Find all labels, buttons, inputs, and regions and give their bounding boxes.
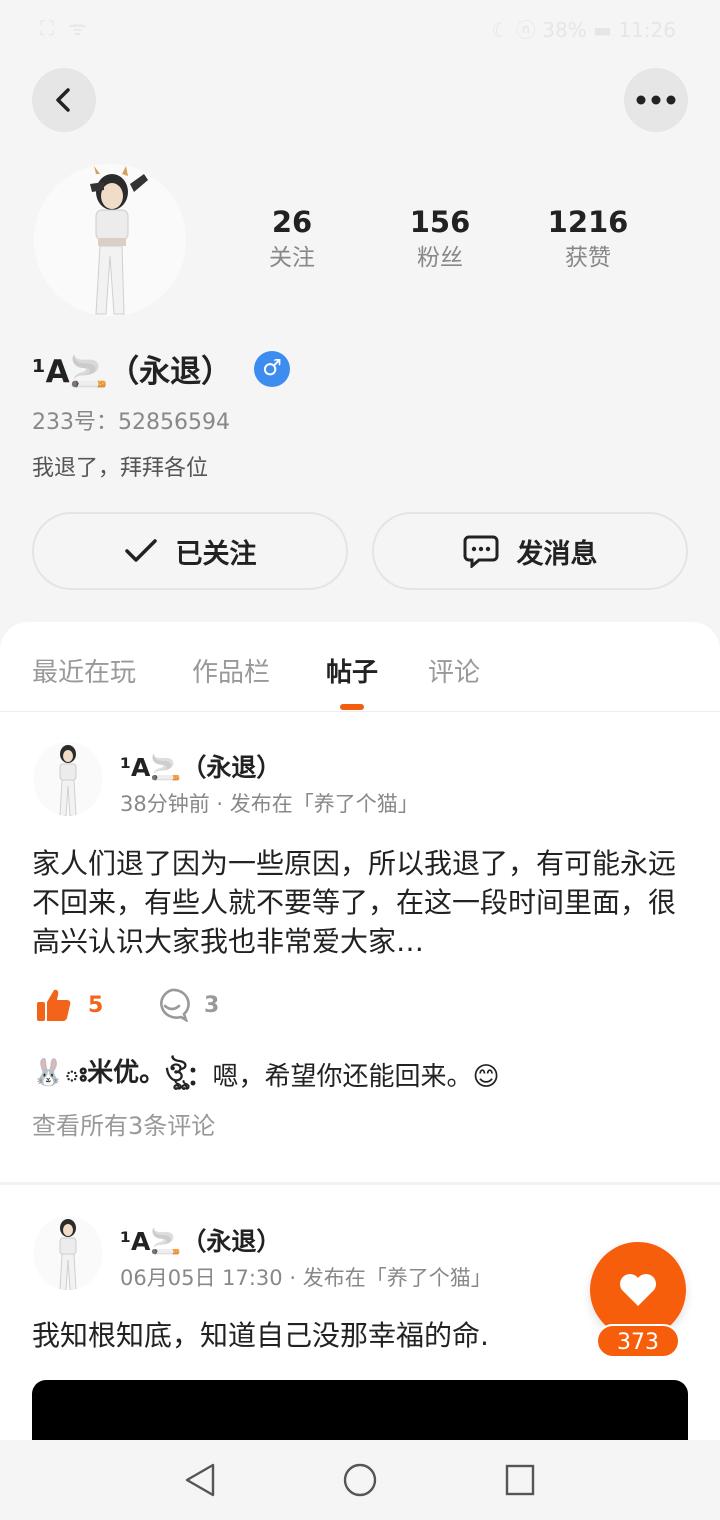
post-author-name[interactable]: ¹A🚬（永退） [120,748,281,784]
thumbs-up-icon [37,989,71,1021]
tab-works[interactable]: 作品栏 [192,652,270,689]
tab-posts[interactable]: 帖子 [326,652,378,689]
post-meta: 38分钟前 · 发布在「养了个猫」 [120,788,419,818]
status-bar: ⛶ ᯤ ☾ ⓝ 38% ▬ 11:26 [0,0,720,56]
stat-followers[interactable]: 156 粉丝 [380,204,500,276]
more-button[interactable] [624,68,688,132]
system-nav-bar [0,1440,720,1520]
avatar-figure-icon [59,745,77,816]
post-time: 06月05日 17:30 [120,1266,283,1290]
stat-following-count: 26 [271,205,313,239]
avatar-figure-icon [34,164,186,316]
nav-recents-icon[interactable] [504,1462,536,1498]
avatar[interactable] [34,164,186,316]
send-message-label: 发消息 [516,538,598,570]
profile-username: ¹A🚬（永退） ♂ [32,346,291,391]
meta-separator: · [289,1266,297,1290]
back-arrow-icon [56,88,70,112]
post-author-name[interactable]: ¹A🚬（永退） [120,1222,281,1258]
followed-label: 已关注 [175,538,257,570]
post-meta: 06月05日 17:30 · 发布在「养了个猫」 [120,1262,492,1292]
male-gender-icon: ♂ [254,350,291,387]
heart-icon [620,1274,656,1306]
like-button[interactable]: 5 [36,988,103,1022]
post-body[interactable]: 家人们退了因为一些原因，所以我退了，有可能永远不回来，有些人就不要等了，在这一段… [32,844,688,961]
comment-author[interactable]: 🐰ః米优。ঔৣ [32,1052,186,1096]
check-icon [124,538,158,564]
meta-separator: · [216,792,224,816]
post-author-avatar[interactable] [34,742,102,816]
stat-likes-count: 1216 [547,205,629,239]
comment-bubble-icon [160,988,190,1022]
tab-bar: 最近在玩 作品栏 帖子 评论 [0,622,720,712]
stat-followers-label: 粉丝 [417,245,463,271]
comment-count: 3 [204,992,220,1018]
more-dots-icon [636,95,676,105]
nav-home-icon[interactable] [342,1462,378,1498]
post-body[interactable]: 我知根知底，知道自己没那幸福的命. [32,1316,688,1355]
back-button[interactable] [32,68,96,132]
nav-back-icon[interactable] [184,1462,216,1498]
status-left: ⛶ ᯤ [40,16,91,40]
floating-like-count: 373 [596,1324,680,1358]
stat-following[interactable]: 26 关注 [232,204,352,276]
post-location[interactable]: 发布在「养了个猫」 [303,1266,492,1290]
status-right: ☾ ⓝ 38% ▬ 11:26 [491,18,676,42]
post-divider [0,1182,720,1185]
send-message-button[interactable]: 发消息 [372,512,688,590]
post-author-avatar[interactable] [34,1216,102,1290]
like-count: 5 [88,992,104,1018]
comment-text: 嗯，希望你还能回来。😊 [212,1061,500,1092]
user-id: 233号：52856594 [32,410,230,435]
stat-followers-count: 156 [409,205,471,239]
username-text: ¹A🚬（永退） [32,354,233,390]
avatar-figure-icon [59,1219,77,1290]
post-time: 38分钟前 [120,792,210,816]
user-bio: 我退了，拜拜各位 [32,456,209,481]
tab-comments[interactable]: 评论 [428,652,480,689]
stat-following-label: 关注 [269,245,315,271]
view-all-comments-link[interactable]: 查看所有3条评论 [32,1106,215,1141]
post-location[interactable]: 发布在「养了个猫」 [230,792,419,816]
followed-button[interactable]: 已关注 [32,512,348,590]
comment-colon: ： [186,1061,213,1092]
content-panel: 最近在玩 作品栏 帖子 评论 ¹A🚬（永退） 38分钟前 · 发布在「养了个猫」… [0,622,720,1520]
active-tab-indicator [340,704,364,710]
tab-recently-played[interactable]: 最近在玩 [32,652,136,689]
stat-likes-label: 获赞 [565,245,611,271]
top-comment[interactable]: 🐰ః米优。ঔৣ ： 嗯，希望你还能回来。😊 [32,1052,500,1096]
chat-bubble-icon [463,534,499,568]
stat-likes[interactable]: 1216 获赞 [528,204,648,276]
comment-button[interactable]: 3 [154,988,219,1022]
